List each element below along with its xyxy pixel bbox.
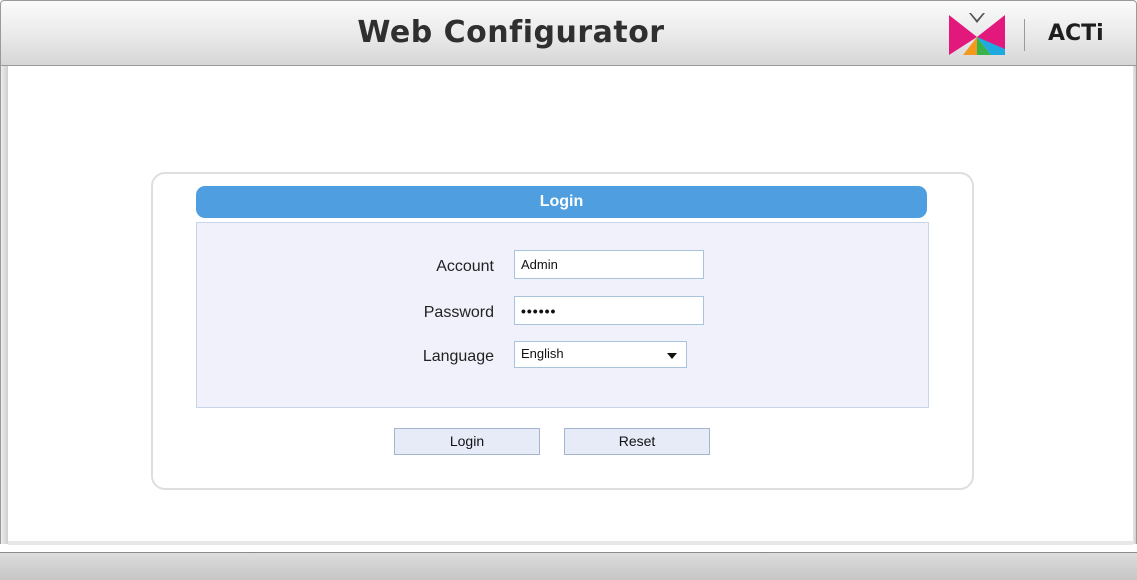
reset-button[interactable]: Reset xyxy=(564,428,710,455)
footer-bar xyxy=(0,552,1137,580)
account-label: Account xyxy=(436,258,494,275)
page-title: Web Configurator xyxy=(357,15,665,50)
acti-logo-icon xyxy=(949,13,1005,55)
logo-divider xyxy=(1024,19,1025,51)
login-button[interactable]: Login xyxy=(394,428,540,455)
window-bottom-edge xyxy=(8,541,1133,545)
password-input[interactable] xyxy=(514,296,704,325)
password-label: Password xyxy=(423,304,494,321)
app-window: Web Configurator ACTi Login Account Pass… xyxy=(0,0,1137,580)
account-input[interactable] xyxy=(514,250,704,279)
language-label: Language xyxy=(422,348,494,365)
header-bar: Web Configurator ACTi xyxy=(0,0,1137,66)
login-banner: Login xyxy=(196,186,927,218)
window-left-border xyxy=(0,66,8,544)
chevron-down-icon xyxy=(667,353,677,359)
brand-name: ACTi xyxy=(1048,21,1104,46)
window-right-border xyxy=(1133,66,1137,544)
language-selected-value: English xyxy=(521,346,564,361)
language-select[interactable]: English xyxy=(514,341,687,368)
